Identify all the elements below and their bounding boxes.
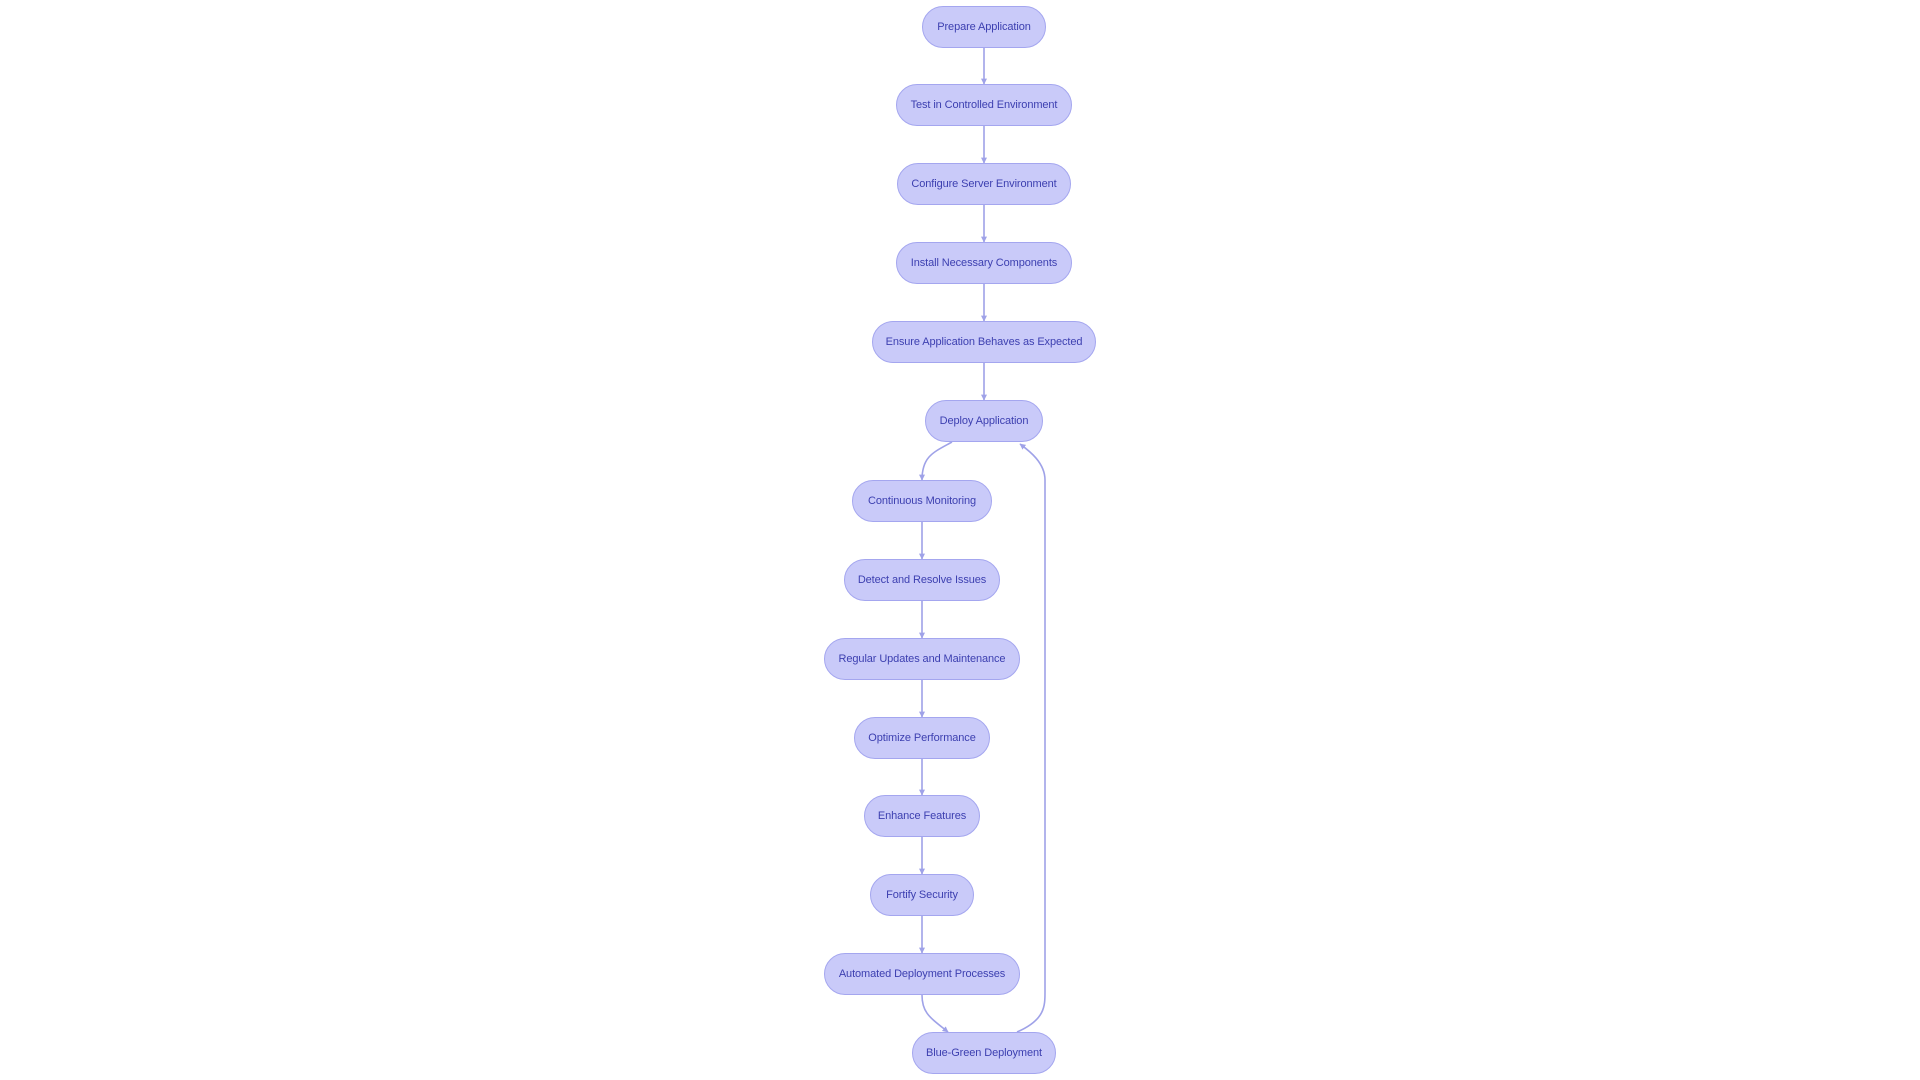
node-label: Prepare Application xyxy=(937,21,1031,33)
node-automated[interactable]: Automated Deployment Processes xyxy=(824,953,1020,995)
node-label: Install Necessary Components xyxy=(910,257,1058,269)
node-label: Configure Server Environment xyxy=(911,178,1057,190)
node-ensure[interactable]: Ensure Application Behaves as Expected xyxy=(872,321,1096,363)
node-label: Fortify Security xyxy=(886,889,958,901)
node-label: Blue-Green Deployment xyxy=(926,1047,1042,1059)
node-monitor[interactable]: Continuous Monitoring xyxy=(852,480,992,522)
edge-bluegreen-to-deploy xyxy=(1016,443,1046,1033)
node-detect[interactable]: Detect and Resolve Issues xyxy=(844,559,1000,601)
node-fortify[interactable]: Fortify Security xyxy=(870,874,974,916)
node-label: Regular Updates and Maintenance xyxy=(838,653,1006,665)
node-label: Detect and Resolve Issues xyxy=(857,574,987,586)
node-label: Enhance Features xyxy=(877,810,967,822)
node-label: Deploy Application xyxy=(939,415,1029,427)
node-enhance[interactable]: Enhance Features xyxy=(864,795,980,837)
node-configure[interactable]: Configure Server Environment xyxy=(897,163,1071,205)
edges-layer xyxy=(919,48,1046,1033)
node-label: Automated Deployment Processes xyxy=(838,968,1006,980)
node-bluegreen[interactable]: Blue-Green Deployment xyxy=(912,1032,1056,1074)
node-updates[interactable]: Regular Updates and Maintenance xyxy=(824,638,1020,680)
edge-deploy-to-monitor xyxy=(919,441,953,481)
node-prepare[interactable]: Prepare Application xyxy=(922,6,1046,48)
node-optimize[interactable]: Optimize Performance xyxy=(854,717,990,759)
node-deploy[interactable]: Deploy Application xyxy=(925,400,1043,442)
node-label: Optimize Performance xyxy=(868,732,976,744)
node-label: Test in Controlled Environment xyxy=(910,99,1058,111)
edge-automated-to-bluegreen xyxy=(921,994,949,1033)
node-test[interactable]: Test in Controlled Environment xyxy=(896,84,1072,126)
node-install[interactable]: Install Necessary Components xyxy=(896,242,1072,284)
node-label: Ensure Application Behaves as Expected xyxy=(885,336,1083,348)
flowchart-diagram: Prepare Application Test in Controlled En… xyxy=(0,0,1920,1080)
node-label: Continuous Monitoring xyxy=(868,495,976,507)
